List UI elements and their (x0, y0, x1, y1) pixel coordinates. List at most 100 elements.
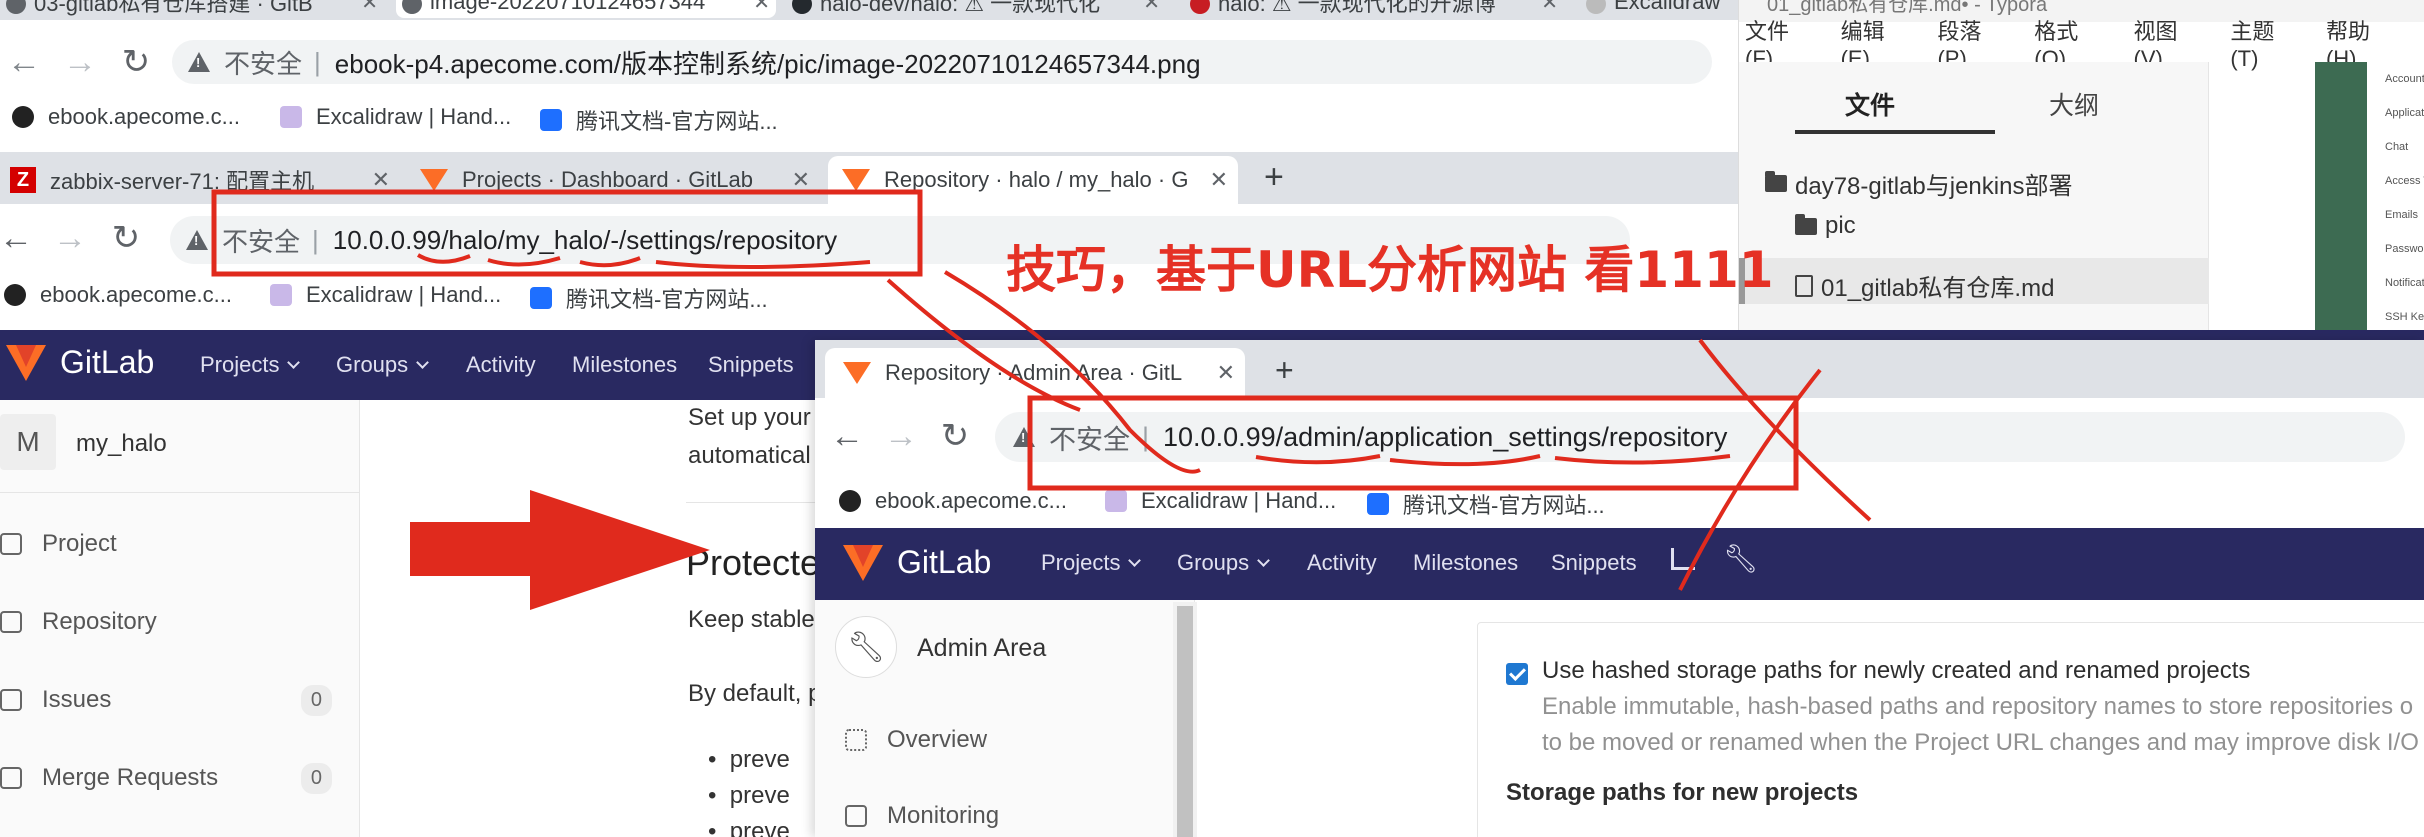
close-icon[interactable]: ✕ (372, 167, 390, 193)
close-icon[interactable]: ✕ (792, 167, 810, 193)
back-icon[interactable]: ← (4, 42, 44, 82)
reload-icon[interactable]: ↻ (116, 42, 156, 82)
close-icon[interactable]: ✕ (753, 0, 770, 15)
tab-gitlab-dashboard[interactable]: Projects · Dashboard · GitLab ✕ (420, 156, 820, 204)
project-name[interactable]: my_halo (76, 430, 167, 458)
project-sidebar: M my_halo Project Repository Issues 0 Me… (0, 400, 360, 837)
sidebar-item-monitoring[interactable]: Monitoring (845, 802, 1185, 830)
bookmark-tencent-docs[interactable]: 腾讯文档-官方网站... (1367, 488, 1605, 520)
sidebar-item-repository[interactable]: Repository (0, 608, 340, 636)
preview-item: SSH Keys (2385, 311, 2424, 323)
menu-theme[interactable]: 主题(T) (2230, 14, 2302, 72)
tree-folder-day78[interactable]: day78-gitlab与jenkins部署 (1765, 166, 2072, 201)
new-tab-button[interactable]: + (1264, 158, 1284, 197)
bookmark-label: 腾讯文档-官方网站... (1403, 493, 1605, 518)
sidebar-item-issues[interactable]: Issues 0 (0, 684, 340, 716)
outer-tab-gitee[interactable]: halo: ⚠ 一款现代化的开源博 ✕ (1184, 0, 1564, 18)
content-text: By default, p (688, 680, 820, 707)
close-icon[interactable]: ✕ (1143, 0, 1160, 15)
bookmark-label: 腾讯文档-官方网站... (566, 287, 768, 312)
new-tab-button[interactable]: + (1275, 352, 1294, 389)
folder-icon (1765, 171, 1787, 192)
count-badge: 0 (300, 762, 332, 794)
forward-icon[interactable]: → (881, 416, 921, 456)
chevron-down-icon (1257, 553, 1271, 567)
divider (0, 492, 360, 493)
nav-activity[interactable]: Activity (466, 352, 536, 378)
sidebar-scrollbar[interactable] (1173, 602, 1197, 837)
nav-snippets[interactable]: Snippets (708, 352, 794, 378)
hashed-storage-checkbox[interactable] (1506, 663, 1528, 685)
nav-milestones[interactable]: Milestones (572, 352, 677, 378)
storage-paths-heading: Storage paths for new projects (1506, 779, 1859, 806)
back-icon[interactable]: ← (827, 416, 867, 456)
close-icon[interactable]: ✕ (1210, 167, 1228, 193)
nav-milestones[interactable]: Milestones (1413, 550, 1518, 576)
bookmark-ebook[interactable]: ebook.apecome.c... (4, 282, 232, 308)
url-text: ebook-p4.apecome.com/版本控制系统/pic/image-20… (334, 48, 1201, 79)
admin-sidebar: 🔧︎ Admin Area Overview Monitoring (815, 600, 1195, 837)
nav-snippets[interactable]: Snippets (1551, 550, 1637, 576)
preview-item: Chat (2385, 141, 2409, 153)
close-icon[interactable]: ✕ (1217, 360, 1235, 386)
sidebar-item-overview[interactable]: Overview (845, 726, 1185, 754)
forward-icon[interactable]: → (60, 42, 100, 82)
sidebar-item-project[interactable]: Project (0, 530, 340, 558)
reload-icon[interactable]: ↻ (106, 218, 146, 258)
nav-activity[interactable]: Activity (1307, 550, 1377, 576)
count-badge: 0 (300, 684, 332, 716)
site-icon (839, 490, 861, 512)
tree-folder-pic[interactable]: pic (1795, 212, 1856, 240)
outer-tab-github[interactable]: halo-dev/halo: ⚠ 一款现代化 ✕ (786, 0, 1166, 18)
close-icon[interactable]: ✕ (361, 0, 378, 15)
bookmark-excalidraw[interactable]: Excalidraw | Hand... (280, 104, 511, 130)
chevron-down-icon (416, 355, 430, 369)
admin-area-title[interactable]: Admin Area (917, 634, 1046, 663)
outer-tab-gitbook[interactable]: 03-gitlab私有仓库搭建 · GitB ✕ (0, 0, 384, 18)
separator: | (312, 224, 319, 255)
outer-bookmarks-bar: ebook.apecome.c... Excalidraw | Hand... … (0, 96, 1738, 138)
bullet-text: preve (729, 746, 790, 773)
gitlab-logo[interactable]: GitLab (6, 344, 154, 381)
tab-files[interactable]: 文件 (1845, 86, 1895, 122)
tencent-docs-icon (530, 287, 552, 309)
help-text: Enable immutable, hash-based paths and r… (1542, 693, 2414, 720)
insecure-label: 不安全 (1049, 424, 1130, 455)
project-avatar[interactable]: M (0, 414, 56, 470)
outer-tab-strip: 03-gitlab私有仓库搭建 · GitB ✕ image-202207101… (0, 0, 1738, 20)
nav-projects[interactable]: Projects (200, 352, 301, 378)
monitor-icon (845, 805, 867, 827)
gitlab-logo[interactable]: GitLab (843, 544, 991, 581)
tab-admin-repository[interactable]: Repository · Admin Area · GitL ✕ (825, 348, 1245, 398)
bookmark-tencent-docs[interactable]: 腾讯文档-官方网站... (530, 282, 768, 314)
bookmark-ebook[interactable]: ebook.apecome.c... (839, 488, 1067, 514)
url-field[interactable]: 不安全 | 10.0.0.99/admin/application_settin… (995, 412, 2405, 462)
bookmark-ebook[interactable]: ebook.apecome.c... (12, 104, 240, 130)
bullet-text: preve (729, 782, 790, 809)
gitlab-icon (420, 169, 448, 191)
wrench-icon[interactable]: 🔧︎ (1723, 542, 1759, 575)
nav-groups[interactable]: Groups (1177, 550, 1271, 576)
back-icon[interactable]: ← (0, 218, 36, 258)
tab-outline[interactable]: 大纲 (2049, 86, 2099, 122)
tab-gitlab-repository[interactable]: Repository · halo / my_halo · G ✕ (828, 156, 1238, 204)
admin-settings-main: Use hashed storage paths for newly creat… (1197, 600, 2424, 837)
sidebar-item-merge-requests[interactable]: Merge Requests 0 (0, 762, 340, 794)
outer-tab-image[interactable]: image-20220710124657344 ✕ (396, 0, 776, 18)
close-icon[interactable]: ✕ (1541, 0, 1558, 15)
bookmark-tencent-docs[interactable]: 腾讯文档-官方网站... (540, 104, 778, 136)
bookmark-excalidraw[interactable]: Excalidraw | Hand... (270, 282, 501, 308)
reload-icon[interactable]: ↻ (935, 416, 975, 456)
gitlab-icon (843, 362, 871, 384)
forward-icon[interactable]: → (50, 218, 90, 258)
tab-label: image-20220710124657344 (430, 0, 706, 14)
outer-tab-excalidraw[interactable]: Excalidraw (1580, 0, 1738, 18)
tab-zabbix[interactable]: Z zabbix-server-71: 配置主机 ✕ (10, 156, 400, 204)
chart-icon[interactable] (1671, 548, 1695, 570)
nav-projects[interactable]: Projects (1041, 550, 1142, 576)
bookmark-excalidraw[interactable]: Excalidraw | Hand... (1105, 488, 1336, 514)
url-field[interactable]: 不安全 | ebook-p4.apecome.com/版本控制系统/pic/im… (172, 40, 1712, 84)
issues-icon (0, 689, 22, 711)
nav-groups[interactable]: Groups (336, 352, 430, 378)
tree-file-md[interactable]: 01_gitlab私有仓库.md (1795, 268, 2054, 303)
